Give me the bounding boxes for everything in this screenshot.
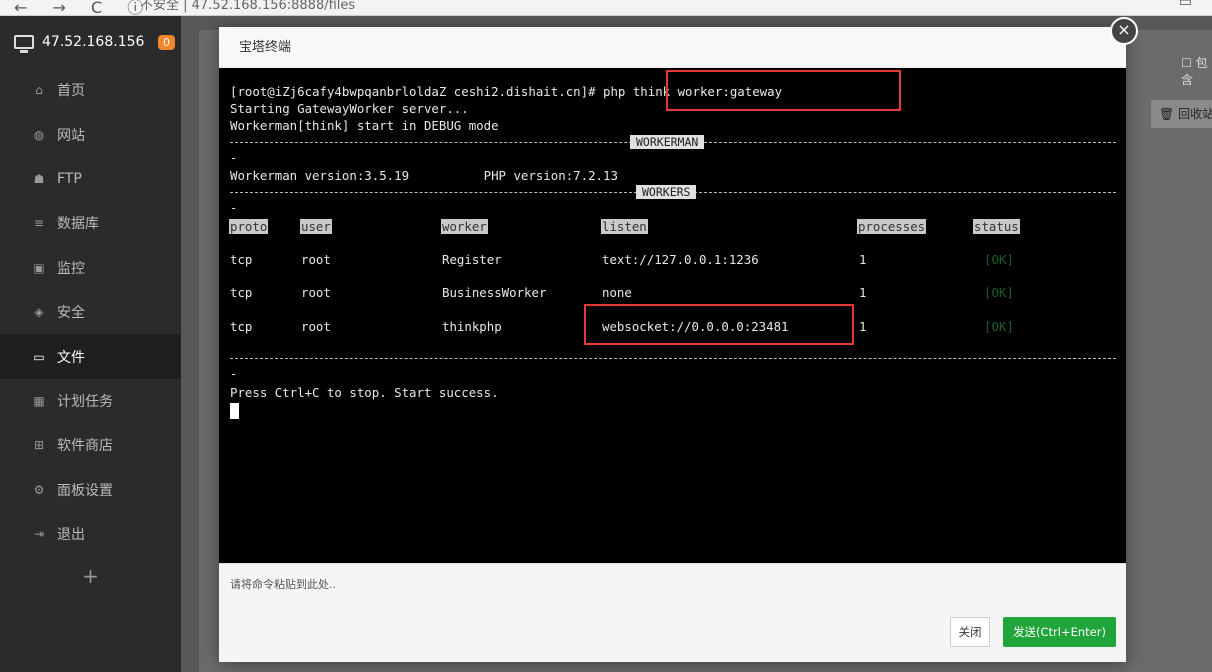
sidebar-item-label: 监控 bbox=[57, 260, 85, 277]
status-ok: [OK] bbox=[984, 319, 1014, 334]
sidebar-item-monitor[interactable]: ▣ 监控 bbox=[0, 246, 181, 290]
sidebar-item-home[interactable]: ⌂ 首页 bbox=[0, 68, 181, 112]
table-cell: 1 bbox=[859, 252, 867, 267]
version-line: Workerman version:3.5.19 PHP version:7.2… bbox=[230, 168, 618, 183]
terminal-prompt: [root@iZj6cafy4bwpqanbrloldaZ ceshi2.dis… bbox=[230, 84, 596, 99]
user-icon: ☗ bbox=[33, 171, 45, 186]
folder-icon: ▭ bbox=[33, 349, 45, 364]
section-divider bbox=[230, 358, 1116, 359]
column-header-user: user bbox=[300, 219, 332, 234]
logout-icon: ⇥ bbox=[33, 527, 45, 542]
sidebar-item-ftp[interactable]: ☗ FTP bbox=[0, 157, 181, 201]
server-ip: 47.52.168.156 bbox=[42, 34, 145, 50]
server-header: 47.52.168.156 0 bbox=[0, 16, 181, 68]
gear-icon: ⚙ bbox=[33, 482, 45, 497]
grid-icon: ⊞ bbox=[33, 438, 45, 453]
divider-tail: - bbox=[230, 367, 238, 381]
sidebar-item-label: 面板设置 bbox=[57, 482, 113, 499]
browser-nav-buttons[interactable]: ← → C ⓘ bbox=[14, 0, 153, 15]
notification-badge[interactable]: 0 bbox=[158, 34, 175, 50]
sidebar-item-label: 计划任务 bbox=[57, 393, 113, 410]
server-icon bbox=[14, 35, 34, 53]
terminal-cursor bbox=[230, 403, 239, 419]
status-ok: [OK] bbox=[984, 252, 1014, 267]
modal-footer: 关闭 发送(Ctrl+Enter) bbox=[219, 603, 1126, 662]
address-bar[interactable]: 不安全 | 47.52.168.156:8888/files bbox=[140, 0, 355, 13]
status-ok: [OK] bbox=[984, 285, 1014, 300]
sidebar-item-label: FTP bbox=[57, 170, 82, 187]
sidebar-item-label: 首页 bbox=[57, 83, 85, 100]
sidebar: 47.52.168.156 0 ⌂ 首页 ◍ 网站 ☗ FTP ≡ 数据库 ▣ 监控 ◈ 安… bbox=[0, 16, 181, 672]
chat-icon[interactable]: ▭ bbox=[1179, 0, 1192, 10]
table-cell: Register bbox=[442, 252, 502, 267]
column-header-listen: listen bbox=[601, 219, 648, 234]
table-cell: none bbox=[602, 285, 632, 300]
terminal-line: Starting GatewayWorker server... bbox=[230, 101, 469, 116]
sidebar-item-cron[interactable]: ▦ 计划任务 bbox=[0, 379, 181, 423]
section-label-workerman: WORKERMAN bbox=[630, 135, 705, 149]
recycle-bin-label: 回收站 bbox=[1178, 107, 1212, 121]
column-header-status: status bbox=[973, 219, 1020, 234]
send-button[interactable]: 发送(Ctrl+Enter) bbox=[1003, 617, 1116, 647]
table-cell: root bbox=[301, 319, 331, 334]
sidebar-item-database[interactable]: ≡ 数据库 bbox=[0, 201, 181, 245]
sidebar-item-logout[interactable]: ⇥ 退出 bbox=[0, 512, 181, 556]
sidebar-item-label: 退出 bbox=[57, 527, 85, 544]
table-cell: tcp bbox=[230, 319, 253, 334]
modal-title: 宝塔终端 bbox=[219, 27, 1126, 68]
table-cell: root bbox=[301, 252, 331, 267]
sidebar-item-security[interactable]: ◈ 安全 bbox=[0, 290, 181, 334]
terminal-output[interactable]: [root@iZj6cafy4bwpqanbrloldaZ ceshi2.dis… bbox=[219, 68, 1126, 563]
monitor-icon: ▣ bbox=[33, 260, 45, 275]
divider-tail: - bbox=[230, 151, 238, 165]
listen-highlight-box bbox=[584, 304, 854, 345]
database-icon: ≡ bbox=[33, 216, 45, 231]
modal-close-icon[interactable]: × bbox=[1110, 17, 1138, 45]
section-label-workers: WORKERS bbox=[636, 185, 697, 199]
table-cell: 1 bbox=[859, 319, 867, 334]
sidebar-item-label: 软件商店 bbox=[57, 438, 113, 455]
terminal-line: Workerman[think] start in DEBUG mode bbox=[230, 118, 499, 133]
sidebar-item-label: 数据库 bbox=[57, 216, 99, 233]
globe-icon: ◍ bbox=[33, 127, 45, 142]
browser-toolbar: ← → C ⓘ 不安全 | 47.52.168.156:8888/files ▭ bbox=[0, 0, 1212, 16]
recycle-bin-button[interactable]: 🗑 回收站 bbox=[1151, 100, 1212, 128]
table-cell: root bbox=[301, 285, 331, 300]
sidebar-item-settings[interactable]: ⚙ 面板设置 bbox=[0, 468, 181, 512]
table-cell: tcp bbox=[230, 285, 253, 300]
divider-tail: - bbox=[230, 201, 238, 215]
table-cell: text://127.0.0.1:1236 bbox=[602, 252, 759, 267]
command-input[interactable]: 请将命令粘贴到此处.. bbox=[219, 563, 1126, 603]
table-cell: tcp bbox=[230, 252, 253, 267]
close-button[interactable]: 关闭 bbox=[950, 617, 990, 647]
calendar-icon: ▦ bbox=[33, 393, 45, 408]
sidebar-item-label: 文件 bbox=[57, 349, 85, 366]
final-message: Press Ctrl+C to stop. Start success. bbox=[230, 385, 499, 400]
column-header-worker: worker bbox=[441, 219, 488, 234]
table-cell: 1 bbox=[859, 285, 867, 300]
sidebar-item-store[interactable]: ⊞ 软件商店 bbox=[0, 423, 181, 467]
column-header-proto: proto bbox=[229, 219, 269, 234]
include-checkbox-label: 包含 bbox=[1181, 56, 1208, 87]
home-icon: ⌂ bbox=[35, 83, 43, 98]
include-checkbox[interactable]: ☐ 包含 bbox=[1181, 54, 1212, 88]
column-header-processes: processes bbox=[857, 219, 927, 234]
shield-icon: ◈ bbox=[34, 305, 44, 320]
table-cell: thinkphp bbox=[442, 319, 502, 334]
sidebar-item-label: 网站 bbox=[57, 127, 85, 144]
table-cell: BusinessWorker bbox=[442, 285, 547, 300]
add-button[interactable]: + bbox=[0, 556, 181, 596]
sidebar-item-label: 安全 bbox=[57, 305, 85, 322]
sidebar-item-website[interactable]: ◍ 网站 bbox=[0, 112, 181, 156]
command-highlight-box bbox=[666, 70, 901, 111]
sidebar-item-files[interactable]: ▭ 文件 bbox=[0, 334, 181, 379]
terminal-modal: 宝塔终端 [root@iZj6cafy4bwpqanbrloldaZ ceshi… bbox=[219, 27, 1126, 662]
